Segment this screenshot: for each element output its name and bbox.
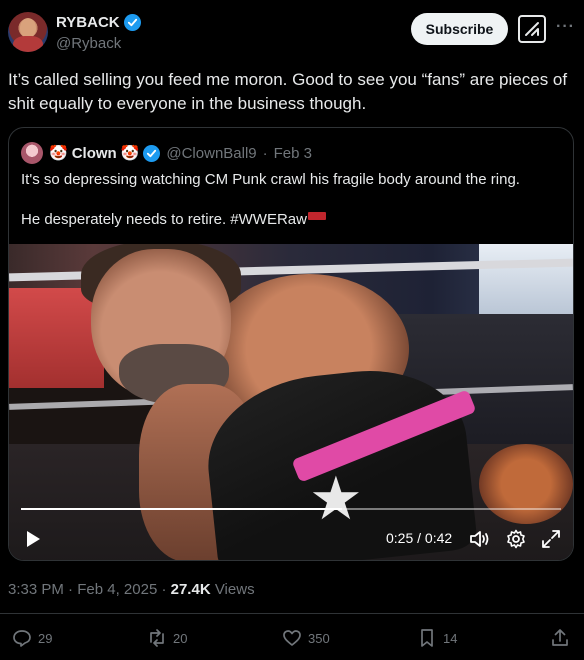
tweet-text: It’s called selling you feed me moron. G… bbox=[8, 70, 568, 113]
avatar-head-shape bbox=[20, 18, 36, 38]
video-time: 0:25 / 0:42 bbox=[386, 530, 453, 546]
repost-button[interactable]: 20 bbox=[147, 628, 187, 648]
author-name-row[interactable]: RYBACK bbox=[56, 14, 141, 31]
meta-separator: · bbox=[161, 581, 167, 598]
quoted-text-line1: It's so depressing watching CM Punk craw… bbox=[21, 171, 520, 188]
quoted-tweet-text: It's so depressing watching CM Punk craw… bbox=[21, 170, 561, 250]
video-opponent-hair bbox=[479, 444, 573, 524]
reply-count: 29 bbox=[38, 630, 53, 646]
hashtag-link[interactable]: #WWERaw bbox=[230, 211, 307, 228]
quoted-author-name[interactable]: Clown bbox=[72, 145, 117, 162]
divider bbox=[0, 613, 584, 614]
views-count: 27.4K bbox=[170, 581, 211, 598]
tweet-meta: 3:33 PM · Feb 4, 2025 · 27.4K Views bbox=[8, 581, 255, 598]
tweet-header: RYBACK @Ryback Subscribe ··· bbox=[0, 0, 584, 64]
quoted-text-line2: He desperately needs to retire. bbox=[21, 211, 227, 228]
tweet-date[interactable]: Feb 4, 2025 bbox=[77, 581, 157, 598]
quoted-date[interactable]: Feb 3 bbox=[274, 145, 312, 162]
quoted-author-avatar[interactable] bbox=[21, 142, 43, 164]
reply-icon bbox=[13, 630, 31, 647]
bookmark-icon bbox=[421, 629, 433, 647]
video-crowd-sign bbox=[9, 288, 104, 388]
views-label: Views bbox=[214, 581, 255, 598]
tweet-actions: 29 20 350 14 bbox=[0, 628, 584, 652]
quoted-emoji-before: 🤡 bbox=[49, 145, 68, 162]
video-progress-fill bbox=[21, 508, 343, 510]
heart-icon bbox=[283, 630, 301, 646]
like-count: 350 bbox=[308, 630, 330, 646]
meta-separator: · bbox=[68, 581, 74, 598]
bookmark-button[interactable]: 14 bbox=[417, 628, 457, 648]
grok-icon[interactable] bbox=[518, 15, 546, 43]
volume-icon[interactable] bbox=[469, 529, 491, 549]
video-player[interactable]: ★ 0:25 / 0:42 bbox=[9, 244, 573, 560]
reply-button[interactable]: 29 bbox=[12, 628, 52, 648]
settings-gear-icon[interactable] bbox=[506, 529, 526, 549]
verified-badge-icon bbox=[123, 14, 141, 31]
author-handle[interactable]: @Ryback bbox=[56, 35, 121, 52]
share-button[interactable] bbox=[550, 628, 570, 648]
raw-hashtag-icon bbox=[307, 212, 326, 220]
quoted-separator: · bbox=[262, 144, 268, 162]
repost-icon bbox=[150, 629, 164, 647]
quoted-emoji-after: 🤡 bbox=[120, 145, 140, 162]
subscribe-button[interactable]: Subscribe bbox=[411, 13, 508, 45]
play-icon[interactable] bbox=[23, 529, 43, 549]
share-icon bbox=[552, 629, 568, 646]
tweet-time[interactable]: 3:33 PM bbox=[8, 581, 64, 598]
avatar-body-shape bbox=[13, 36, 43, 52]
author-avatar[interactable] bbox=[8, 12, 48, 52]
bookmark-count: 14 bbox=[443, 630, 458, 646]
like-button[interactable]: 350 bbox=[282, 628, 330, 648]
quoted-tweet-header: 🤡 Clown 🤡 @ClownBall9 · Feb 3 bbox=[21, 142, 312, 164]
fullscreen-icon[interactable] bbox=[541, 529, 561, 549]
quoted-tweet[interactable]: 🤡 Clown 🤡 @ClownBall9 · Feb 3 It's so de… bbox=[8, 127, 574, 561]
quoted-author-handle[interactable]: @ClownBall9 bbox=[166, 145, 256, 162]
video-boot-star-icon: ★ bbox=[309, 465, 363, 532]
quoted-verified-badge-icon bbox=[143, 144, 161, 162]
video-progress-bar[interactable] bbox=[21, 508, 561, 510]
quoted-text-line2-row: He desperately needs to retire. #WWERaw bbox=[21, 210, 561, 230]
more-options-icon[interactable]: ··· bbox=[556, 18, 575, 36]
repost-count: 20 bbox=[173, 630, 188, 646]
author-name[interactable]: RYBACK bbox=[56, 14, 120, 31]
